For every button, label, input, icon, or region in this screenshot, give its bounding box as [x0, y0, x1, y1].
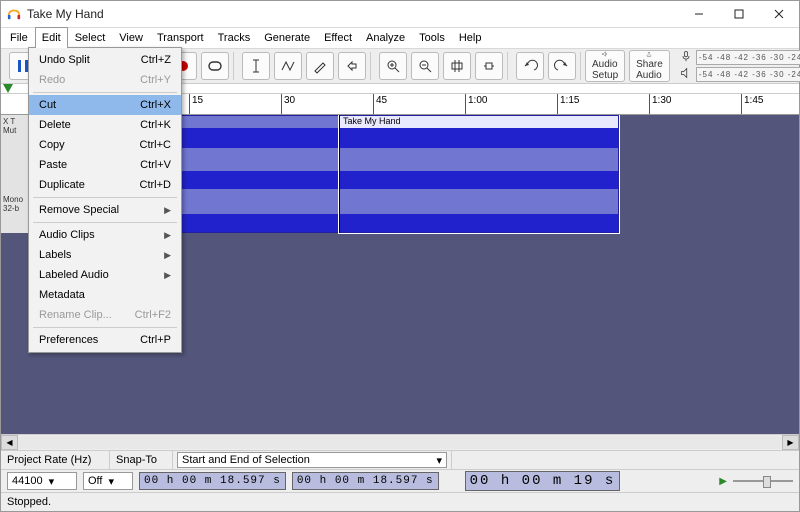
- maximize-button[interactable]: [719, 1, 759, 27]
- menu-item-cut[interactable]: CutCtrl+X: [29, 95, 181, 115]
- menu-item-metadata[interactable]: Metadata: [29, 285, 181, 305]
- menu-tracks[interactable]: Tracks: [211, 28, 258, 48]
- zoom-out-button[interactable]: [411, 52, 439, 80]
- menu-item-paste[interactable]: PasteCtrl+V: [29, 155, 181, 175]
- audio-setup-label: Audio Setup: [592, 59, 618, 81]
- record-meter[interactable]: -54 -48 -42 -36 -30 -24 -18 -12 -6: [696, 50, 800, 65]
- chevron-down-icon: ▾: [49, 475, 55, 488]
- trim-button[interactable]: [443, 52, 471, 80]
- track-mute-label: Mut: [3, 126, 28, 135]
- menu-item-rename-clip-: Rename Clip...Ctrl+F2: [29, 305, 181, 325]
- menubar: FileEditSelectViewTransportTracksGenerat…: [1, 28, 799, 49]
- menu-item-redo: RedoCtrl+Y: [29, 70, 181, 90]
- selection-start-field[interactable]: 00 h 00 m 18.597 s: [139, 472, 286, 490]
- submenu-arrow-icon: ▶: [164, 250, 171, 261]
- playback-speed-slider[interactable]: [733, 480, 793, 482]
- menu-edit[interactable]: Edit: [35, 27, 68, 48]
- play-at-speed-button[interactable]: ▶: [719, 476, 727, 487]
- ruler-tick: 30: [281, 94, 282, 114]
- edit-menu-dropdown: Undo SplitCtrl+ZRedoCtrl+Y CutCtrl+XDelet…: [28, 47, 182, 353]
- menu-help[interactable]: Help: [452, 28, 489, 48]
- titlebar: Take My Hand: [1, 1, 799, 28]
- menu-item-labels[interactable]: Labels▶: [29, 245, 181, 265]
- ruler-tick: 1:00: [465, 94, 466, 114]
- loop-button[interactable]: [201, 52, 229, 80]
- menu-select[interactable]: Select: [68, 28, 113, 48]
- ruler-tick: 15: [189, 94, 190, 114]
- window-title: Take My Hand: [27, 7, 679, 21]
- snap-to-label: Snap-To: [110, 451, 173, 469]
- horizontal-scrollbar[interactable]: ◀ ▶: [1, 434, 799, 450]
- menu-item-undo-split[interactable]: Undo SplitCtrl+Z: [29, 50, 181, 70]
- menu-analyze[interactable]: Analyze: [359, 28, 412, 48]
- submenu-arrow-icon: ▶: [164, 205, 171, 216]
- menu-item-duplicate[interactable]: DuplicateCtrl+D: [29, 175, 181, 195]
- redo-button[interactable]: [548, 52, 576, 80]
- track-mono-label: Mono: [3, 195, 28, 204]
- menu-item-copy[interactable]: CopyCtrl+C: [29, 135, 181, 155]
- submenu-arrow-icon: ▶: [164, 230, 171, 241]
- share-audio-label: Share Audio: [636, 59, 663, 81]
- playhead[interactable]: [339, 115, 340, 233]
- menu-item-delete[interactable]: DeleteCtrl+K: [29, 115, 181, 135]
- menu-item-remove-special[interactable]: Remove Special▶: [29, 200, 181, 220]
- app-icon: [7, 7, 21, 21]
- selection-tool-button[interactable]: [242, 52, 270, 80]
- scroll-right-button[interactable]: ▶: [782, 435, 799, 450]
- close-button[interactable]: [759, 1, 799, 27]
- ruler-tick: 1:15: [557, 94, 558, 114]
- transport-bar: 44100▾ Off▾ 00 h 00 m 18.597 s 00 h 00 m…: [1, 469, 799, 492]
- submenu-arrow-icon: ▶: [164, 270, 171, 281]
- multi-tool-button[interactable]: [338, 52, 366, 80]
- selection-mode-combo[interactable]: Start and End of Selection ▾: [177, 452, 447, 468]
- silence-button[interactable]: [475, 52, 503, 80]
- scroll-left-button[interactable]: ◀: [1, 435, 18, 450]
- zoom-in-button[interactable]: [379, 52, 407, 80]
- selection-bar: Project Rate (Hz) Snap-To Start and End …: [1, 450, 799, 469]
- minimize-button[interactable]: [679, 1, 719, 27]
- status-text: Stopped.: [7, 496, 51, 508]
- audio-clip-selected[interactable]: Take My Hand: [339, 115, 619, 233]
- ruler-tick: 1:45: [741, 94, 742, 114]
- menu-item-audio-clips[interactable]: Audio Clips▶: [29, 225, 181, 245]
- track-bit-label: 32-b: [3, 204, 28, 213]
- draw-tool-button[interactable]: [306, 52, 334, 80]
- menu-view[interactable]: View: [112, 28, 150, 48]
- selection-end-field[interactable]: 00 h 00 m 18.597 s: [292, 472, 439, 490]
- play-marker-icon: [3, 84, 13, 93]
- project-rate-label: Project Rate (Hz): [1, 451, 110, 469]
- chevron-down-icon: ▾: [436, 454, 442, 467]
- menu-item-labeled-audio[interactable]: Labeled Audio▶: [29, 265, 181, 285]
- share-audio-button[interactable]: Share Audio: [629, 50, 670, 82]
- snap-to-combo[interactable]: Off▾: [83, 472, 133, 490]
- menu-file[interactable]: File: [3, 28, 35, 48]
- playback-meter[interactable]: -54 -48 -42 -36 -30 -24 -18 -12 -6: [696, 67, 800, 82]
- menu-separator: [33, 92, 177, 93]
- position-field[interactable]: 00 h 00 m 19 s: [465, 471, 621, 491]
- envelope-tool-button[interactable]: [274, 52, 302, 80]
- track-header[interactable]: X T Mut Mono 32-b: [1, 115, 31, 233]
- menu-separator: [33, 197, 177, 198]
- menu-generate[interactable]: Generate: [257, 28, 317, 48]
- project-rate-combo[interactable]: 44100▾: [7, 472, 77, 490]
- menu-tools[interactable]: Tools: [412, 28, 452, 48]
- ruler-tick: 45: [373, 94, 374, 114]
- audio-setup-button[interactable]: Audio Setup: [585, 50, 625, 82]
- menu-transport[interactable]: Transport: [150, 28, 211, 48]
- status-bar: Stopped.: [1, 492, 799, 511]
- ruler-tick: 1:30: [649, 94, 650, 114]
- undo-button[interactable]: [516, 52, 544, 80]
- menu-item-preferences[interactable]: PreferencesCtrl+P: [29, 330, 181, 350]
- menu-separator: [33, 222, 177, 223]
- chevron-down-icon: ▾: [108, 475, 114, 488]
- track-close-label: X T: [3, 117, 28, 126]
- mic-icon: [680, 50, 692, 65]
- menu-separator: [33, 327, 177, 328]
- speaker-icon: [680, 67, 692, 82]
- menu-effect[interactable]: Effect: [317, 28, 359, 48]
